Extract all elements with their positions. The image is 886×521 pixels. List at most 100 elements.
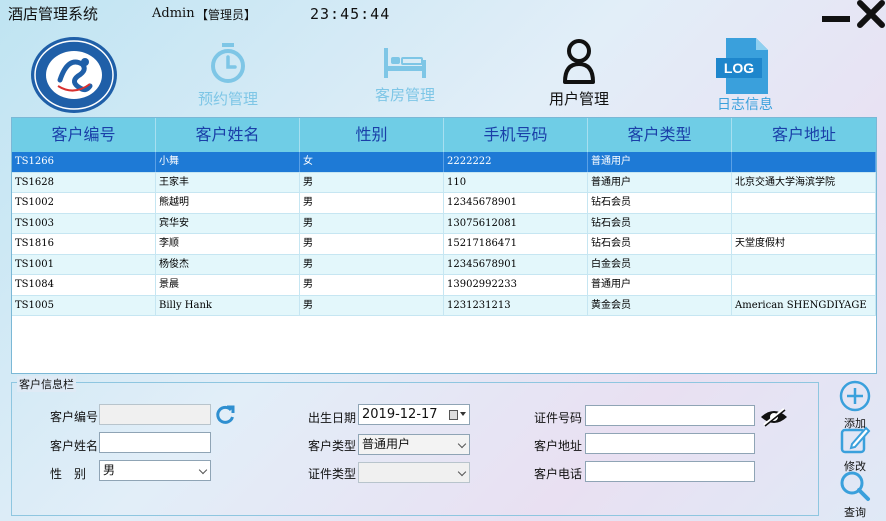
table-cell: 景晨 — [156, 275, 300, 295]
table-cell: 15217186471 — [444, 234, 588, 254]
table-cell: 小舞 — [156, 152, 300, 172]
gender-select[interactable]: 男 — [99, 460, 211, 481]
calendar-icon[interactable] — [449, 410, 458, 420]
customer-id-label: 客户编号 — [50, 410, 99, 424]
name-label: 客户姓名 — [50, 439, 99, 453]
table-cell — [732, 275, 876, 295]
log-file-icon: LOG — [716, 38, 768, 94]
nav-log-label: 日志信息 — [717, 97, 773, 113]
phone-field[interactable] — [585, 461, 755, 482]
query-button-label: 查询 — [844, 506, 866, 519]
cert-type-label: 证件类型 — [308, 467, 357, 481]
minimize-button[interactable] — [822, 16, 850, 22]
query-button[interactable]: 查询 — [830, 470, 880, 520]
gender-label: 性 别 — [50, 467, 87, 481]
table-cell: 110 — [444, 172, 588, 192]
table-cell: TS1002 — [12, 193, 156, 213]
table-cell: 男 — [300, 254, 444, 274]
column-header-name[interactable]: 客户姓名 — [156, 118, 300, 152]
nav-log[interactable]: LOG 日志信息 — [700, 36, 790, 114]
address-label: 客户地址 — [534, 439, 583, 453]
table-cell — [732, 254, 876, 274]
table-cell: 13902992233 — [444, 275, 588, 295]
cert-no-field[interactable] — [585, 405, 755, 426]
current-user: Admin — [152, 6, 195, 21]
column-header-phone[interactable]: 手机号码 — [444, 118, 588, 152]
table-cell: TS1628 — [12, 172, 156, 192]
table-cell: 女 — [300, 152, 444, 172]
customer-id-field[interactable] — [99, 404, 211, 425]
edit-button[interactable]: 修改 — [830, 424, 880, 474]
table-row[interactable]: TS1001 杨俊杰男 12345678901 白金会员 — [12, 254, 876, 275]
table-row[interactable]: TS1266 小舞女 2222222 普通用户 — [12, 152, 876, 173]
university-logo — [30, 36, 118, 114]
customer-info-legend: 客户信息栏 — [17, 376, 76, 392]
table-cell: 钻石会员 — [588, 193, 732, 213]
table-cell: 杨俊杰 — [156, 254, 300, 274]
phone-label: 客户电话 — [534, 467, 583, 481]
column-header-address[interactable]: 客户地址 — [732, 118, 876, 152]
date-dropdown-icon — [460, 412, 466, 416]
customer-type-value: 普通用户 — [362, 437, 411, 451]
table-cell: 1231231213 — [444, 295, 588, 315]
table-cell: TS1816 — [12, 234, 156, 254]
table-cell: 天堂度假村 — [732, 234, 876, 254]
table-header: 客户编号 客户姓名 性别 手机号码 客户类型 客户地址 — [12, 118, 876, 152]
table-row[interactable]: TS1002 熊越明男 12345678901 钻石会员 — [12, 193, 876, 214]
birth-date-picker[interactable]: 2019-12-17 — [358, 404, 470, 425]
table-row[interactable]: TS1628 王家丰男 110 普通用户 北京交通大学海滨学院 — [12, 172, 876, 193]
clock: 23:45:44 — [310, 5, 391, 23]
column-header-id[interactable]: 客户编号 — [12, 118, 156, 152]
table-cell: 宾华安 — [156, 213, 300, 233]
edit-icon — [840, 426, 871, 454]
table-cell: TS1003 — [12, 213, 156, 233]
nav-users[interactable]: 用户管理 — [536, 38, 622, 109]
name-field[interactable] — [99, 432, 211, 453]
column-header-type[interactable]: 客户类型 — [588, 118, 732, 152]
table-cell: 12345678901 — [444, 254, 588, 274]
user-icon — [563, 39, 595, 84]
column-header-gender[interactable]: 性别 — [300, 118, 444, 152]
table-cell: 黄金会员 — [588, 295, 732, 315]
nav-users-label: 用户管理 — [548, 90, 609, 108]
customer-table[interactable]: 客户编号 客户姓名 性别 手机号码 客户类型 客户地址 TS1266 小舞女 222… — [11, 117, 877, 374]
close-button[interactable] — [856, 0, 886, 29]
chevron-down-icon — [457, 439, 467, 449]
table-row[interactable]: TS1005 Billy Hank 男 1231231213 黄金会员 American … — [12, 295, 876, 316]
table-cell: 12345678901 — [444, 193, 588, 213]
table-cell: TS1001 — [12, 254, 156, 274]
table-cell: 王家丰 — [156, 172, 300, 192]
table-cell: TS1266 — [12, 152, 156, 172]
log-badge: LOG — [724, 60, 754, 76]
bed-icon — [384, 48, 426, 78]
nav-rooms-label: 客房管理 — [374, 86, 435, 104]
customer-type-select[interactable]: 普通用户 — [358, 434, 470, 455]
refresh-icon — [216, 405, 235, 424]
table-cell: 李顺 — [156, 234, 300, 254]
toggle-visibility-button[interactable] — [759, 407, 789, 427]
address-field[interactable] — [585, 433, 755, 454]
search-icon — [840, 471, 870, 501]
table-row[interactable]: TS1816 李顺男 15217186471 钻石会员 天堂度假村 — [12, 234, 876, 255]
nav-reservation[interactable]: 预约管理 — [188, 42, 268, 109]
table-body: TS1266 小舞女 2222222 普通用户 TS1628 王家丰男 110 普通用户 北京交… — [12, 152, 876, 316]
gender-value: 男 — [103, 463, 116, 477]
nav-rooms[interactable]: 客房管理 — [360, 46, 450, 105]
table-cell: 普通用户 — [588, 275, 732, 295]
table-cell: 普通用户 — [588, 172, 732, 192]
table-cell: 男 — [300, 275, 444, 295]
table-cell: 男 — [300, 234, 444, 254]
table-cell: 钻石会员 — [588, 213, 732, 233]
table-cell: 钻石会员 — [588, 234, 732, 254]
table-cell: 北京交通大学海滨学院 — [732, 172, 876, 192]
cert-type-select[interactable] — [358, 462, 470, 483]
chevron-down-icon — [457, 467, 467, 477]
table-cell — [732, 152, 876, 172]
table-cell: Billy Hank — [156, 295, 300, 315]
table-cell: 2222222 — [444, 152, 588, 172]
table-cell: 熊越明 — [156, 193, 300, 213]
refresh-button[interactable] — [214, 404, 236, 426]
nav-reservation-label: 预约管理 — [197, 90, 258, 108]
table-row[interactable]: TS1003 宾华安男 13075612081 钻石会员 — [12, 213, 876, 234]
table-row[interactable]: TS1084 景晨男 13902992233 普通用户 — [12, 275, 876, 296]
